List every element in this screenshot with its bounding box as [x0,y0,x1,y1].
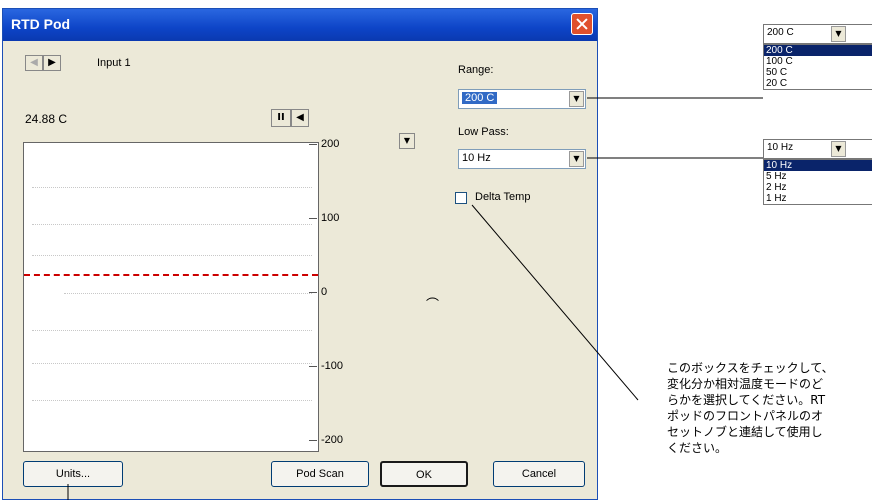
range-option[interactable]: 20 C [764,78,872,89]
range-dropdown-list: 200 C 100 C 50 C 20 C [763,44,872,90]
lowpass-option[interactable]: 2 Hz [764,182,872,193]
lowpass-option[interactable]: 1 Hz [764,193,872,204]
lowpass-option[interactable]: 5 Hz [764,171,872,182]
lowpass-dropdown-closed[interactable]: 10 Hz ▼ [763,139,872,159]
range-option[interactable]: 100 C [764,56,872,67]
range-dropdown-closed[interactable]: 200 C ▼ [763,24,872,44]
range-option[interactable]: 50 C [764,67,872,78]
range-option[interactable]: 200 C [764,45,872,56]
lowpass-dropdown-current: 10 Hz [767,142,794,153]
delta-temp-annotation: このボックスをチェックして、 変化分か相対温度モードのど らかを選択してください… [667,361,834,455]
range-dropdown-current: 200 C [767,27,794,38]
chevron-down-icon[interactable]: ▼ [831,141,846,157]
chevron-down-icon[interactable]: ▼ [831,26,846,42]
lowpass-dropdown-list: 10 Hz 5 Hz 2 Hz 1 Hz [763,159,872,205]
lowpass-option[interactable]: 10 Hz [764,160,872,171]
